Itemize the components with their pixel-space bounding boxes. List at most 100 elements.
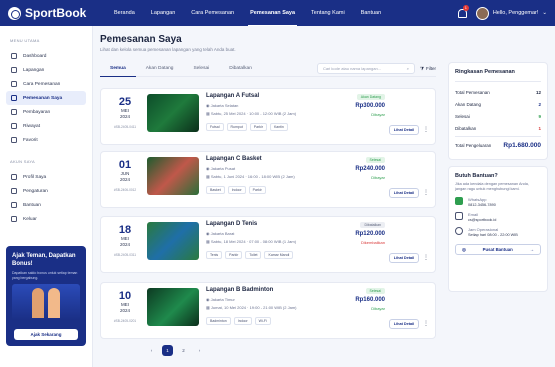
page-2[interactable]: 2	[178, 345, 189, 356]
more-options-icon[interactable]: ⋮	[423, 254, 429, 261]
help-panel: Butuh Bantuan? Jika ada kendala dengan p…	[448, 166, 548, 292]
facility-tag: Indoor	[233, 317, 252, 325]
tab-akan-datang[interactable]: Akan Datang	[136, 61, 184, 77]
booking-month: JUN	[120, 171, 130, 176]
venue-location: ◉ Jakarta Timur	[206, 297, 235, 302]
booking-code: #SB-2405-0411	[113, 125, 137, 129]
field-icon	[11, 67, 17, 73]
filter-button[interactable]: ⧩ Filter	[420, 66, 436, 71]
booking-price: Rp120.000	[355, 231, 385, 237]
booking-code: #SB-2406-0012	[113, 188, 137, 192]
nav-pemesanan-saya[interactable]: Pemesanan Saya	[248, 0, 298, 26]
sidebar-item-keluar[interactable]: Keluar	[6, 212, 86, 226]
more-options-icon[interactable]: ⋮	[423, 189, 429, 196]
view-detail-button[interactable]: Lihat Detail	[389, 253, 419, 263]
nav-lapangan[interactable]: Lapangan	[149, 0, 177, 26]
facility-tag: Badminton	[206, 317, 231, 325]
sidebar-heading-main: MENU UTAMA	[10, 38, 40, 43]
summary-spending: Total Pengeluaran Rp1.680.000	[455, 141, 541, 149]
booking-year: 2024	[119, 242, 130, 247]
page-1[interactable]: 1	[162, 345, 173, 356]
facility-tag: Parkir	[248, 186, 266, 194]
sidebar-item-lapangan[interactable]: Lapangan	[6, 63, 86, 77]
sidebar-item-dashboard[interactable]: Dashboard	[6, 49, 86, 63]
guide-icon	[11, 81, 17, 87]
help-icon	[11, 202, 17, 208]
booking-day: 01	[118, 159, 132, 171]
help-hours: Jam Operasional Setiap hari 08:00 - 22:00…	[455, 227, 541, 237]
sidebar-item-pemesanan-saya[interactable]: Pemesanan Saya	[6, 91, 86, 105]
mail-icon	[455, 212, 463, 220]
facility-tag: Rumput	[226, 123, 247, 131]
sidebar-item-favorit[interactable]: Favorit	[6, 133, 86, 147]
sidebar-item-pembayaran[interactable]: Pembayaran	[6, 105, 86, 119]
nav-cara-pemesanan[interactable]: Cara Pemesanan	[189, 0, 236, 26]
booking-tabs: Semua Akan Datang Selesai Dibatalkan Car…	[100, 61, 436, 77]
page-title: Pemesanan Saya	[100, 34, 182, 45]
prev-page-icon[interactable]: ‹	[146, 345, 157, 356]
sidebar-item-bantuan[interactable]: Bantuan	[6, 198, 86, 212]
payment-status: Dibayar	[371, 175, 385, 180]
invite-button[interactable]: Ajak Sekarang	[14, 329, 78, 340]
brand-logo[interactable]: SportBook	[8, 6, 104, 20]
avatar	[475, 6, 489, 20]
venue-name: Lapangan C Basket	[206, 156, 262, 162]
sidebar-item-profil[interactable]: Profil Saya	[6, 170, 86, 184]
sidebar-item-cara-pemesanan[interactable]: Cara Pemesanan	[6, 77, 86, 91]
notification-badge: 1	[462, 5, 469, 11]
sidebar-item-riwayat[interactable]: Riwayat	[6, 119, 86, 133]
booking-day: 18	[118, 224, 132, 236]
nav-bantuan[interactable]: Bantuan	[359, 0, 384, 26]
facility-tag: Kantin	[269, 123, 288, 131]
help-desc: Jika ada kendala dengan pemesanan Anda, …	[455, 182, 529, 191]
payment-status: Dibayar	[371, 306, 385, 311]
booking-price: Rp240.000	[355, 166, 385, 172]
view-detail-button[interactable]: Lihat Detail	[389, 319, 419, 329]
booking-code: #SB-2405-0311	[113, 253, 137, 257]
more-options-icon[interactable]: ⋮	[423, 320, 429, 327]
facility-tags: Futsal Rumput Parkir Kantin	[206, 123, 288, 131]
booking-card: 01 JUN 2024 #SB-2406-0012 Lapangan C Bas…	[100, 151, 436, 208]
sidebar-item-pengaturan[interactable]: Pengaturan	[6, 184, 86, 198]
facility-tags: Badminton Indoor Wi-Fi	[206, 317, 271, 325]
view-detail-button[interactable]: Lihat Detail	[389, 188, 419, 198]
booking-month: MEI	[120, 302, 129, 307]
bell-icon[interactable]: 1	[457, 5, 469, 18]
user-menu[interactable]: Hello, Penggemar! ⌄	[475, 6, 547, 20]
summary-upcoming: Akan Datang 2	[455, 101, 541, 107]
tab-semua[interactable]: Semua	[100, 61, 136, 77]
tab-selesai[interactable]: Selesai	[183, 61, 219, 77]
facility-tags: Basket Indoor Parkir	[206, 186, 266, 194]
arrow-right-icon: →	[529, 247, 534, 252]
calendar-icon	[11, 95, 17, 101]
view-detail-button[interactable]: Lihat Detail	[389, 125, 419, 135]
booking-time: ▦ Jumat, 10 Mei 2024 · 19:00 - 21:00 WIB…	[206, 305, 297, 310]
help-email[interactable]: Email cs@sportbook.id	[455, 212, 541, 222]
more-options-icon[interactable]: ⋮	[423, 126, 429, 133]
venue-photo	[147, 288, 199, 326]
facility-tag: Indoor	[227, 186, 246, 194]
facility-tag: Toilet	[245, 251, 262, 259]
help-center-button[interactable]: ◎ Pusat Bantuan →	[455, 244, 541, 255]
facility-tag: Wi-Fi	[254, 317, 271, 325]
next-page-icon[interactable]: ›	[194, 345, 205, 356]
high-five-illustration	[12, 284, 80, 320]
venue-photo	[147, 94, 199, 132]
nav-beranda[interactable]: Beranda	[112, 0, 137, 26]
booking-date: 10 MEI 2024 #SB-2405-0201	[108, 290, 142, 323]
nav-tentang-kami[interactable]: Tentang Kami	[309, 0, 347, 26]
booking-month: MEI	[120, 236, 129, 241]
help-whatsapp[interactable]: WhatsApp 0812-3456-7890	[455, 197, 541, 207]
booking-price: Rp300.000	[355, 103, 385, 109]
booking-year: 2024	[119, 114, 130, 119]
summary-total: Total Pemesanan 12	[455, 89, 541, 95]
booking-day: 25	[118, 96, 132, 108]
venue-name: Lapangan B Badminton	[206, 287, 274, 293]
tab-dibatalkan[interactable]: Dibatalkan	[219, 61, 262, 77]
booking-date: 18 MEI 2024 #SB-2405-0311	[108, 224, 142, 257]
wallet-icon	[11, 109, 17, 115]
promo-card: Ajak Teman, Dapatkan Bonus! Dapatkan sal…	[6, 246, 86, 346]
search-input[interactable]: Cari kode atau nama lapangan... ⌕	[316, 63, 415, 74]
booking-date: 25 MEI 2024 #SB-2405-0411	[108, 96, 142, 129]
gear-icon	[11, 188, 17, 194]
